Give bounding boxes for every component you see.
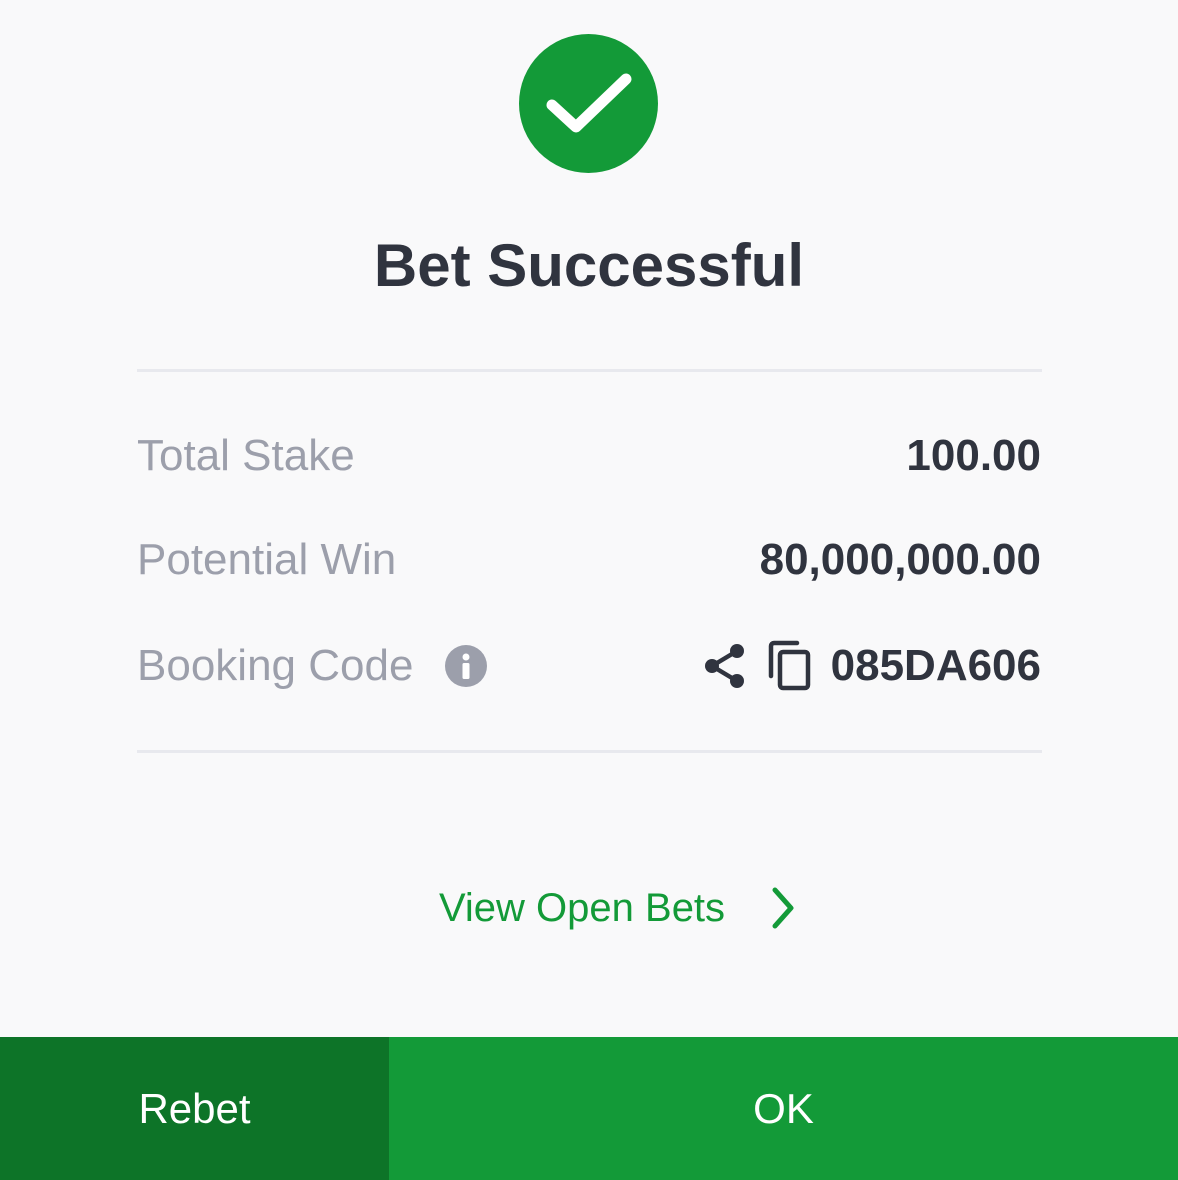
ok-button[interactable]: OK [389, 1037, 1178, 1180]
booking-code-value-group: 085DA606 [703, 640, 1041, 692]
total-stake-label: Total Stake [137, 431, 355, 480]
booking-code-label: Booking Code [137, 641, 414, 690]
page-title: Bet Successful [373, 232, 805, 299]
potential-win-value: 80,000,000.00 [759, 535, 1041, 584]
top-divider [137, 369, 1042, 372]
bottom-divider [137, 750, 1042, 753]
potential-win-label: Potential Win [137, 535, 397, 584]
view-open-bets-label[interactable]: View Open Bets [439, 886, 725, 931]
total-stake-row: Total Stake 100.00 [137, 426, 1041, 486]
view-open-bets-link[interactable]: View Open Bets [0, 878, 1178, 938]
share-icon[interactable] [703, 642, 747, 690]
booking-code-row: Booking Code 085DA606 [137, 636, 1041, 696]
potential-win-row: Potential Win 80,000,000.00 [137, 530, 1041, 590]
bet-success-screen: Bet Successful Total Stake 100.00 Potent… [0, 0, 1178, 1180]
booking-code-value[interactable]: 085DA606 [831, 641, 1041, 691]
chevron-right-icon[interactable] [769, 885, 797, 931]
success-check-icon [519, 34, 658, 173]
info-icon[interactable] [445, 645, 488, 687]
rebet-button[interactable]: Rebet [0, 1037, 389, 1180]
action-footer: Rebet OK [0, 1037, 1178, 1180]
copy-icon[interactable] [767, 640, 813, 692]
total-stake-value: 100.00 [906, 431, 1041, 480]
booking-code-label-group: Booking Code [137, 641, 488, 691]
